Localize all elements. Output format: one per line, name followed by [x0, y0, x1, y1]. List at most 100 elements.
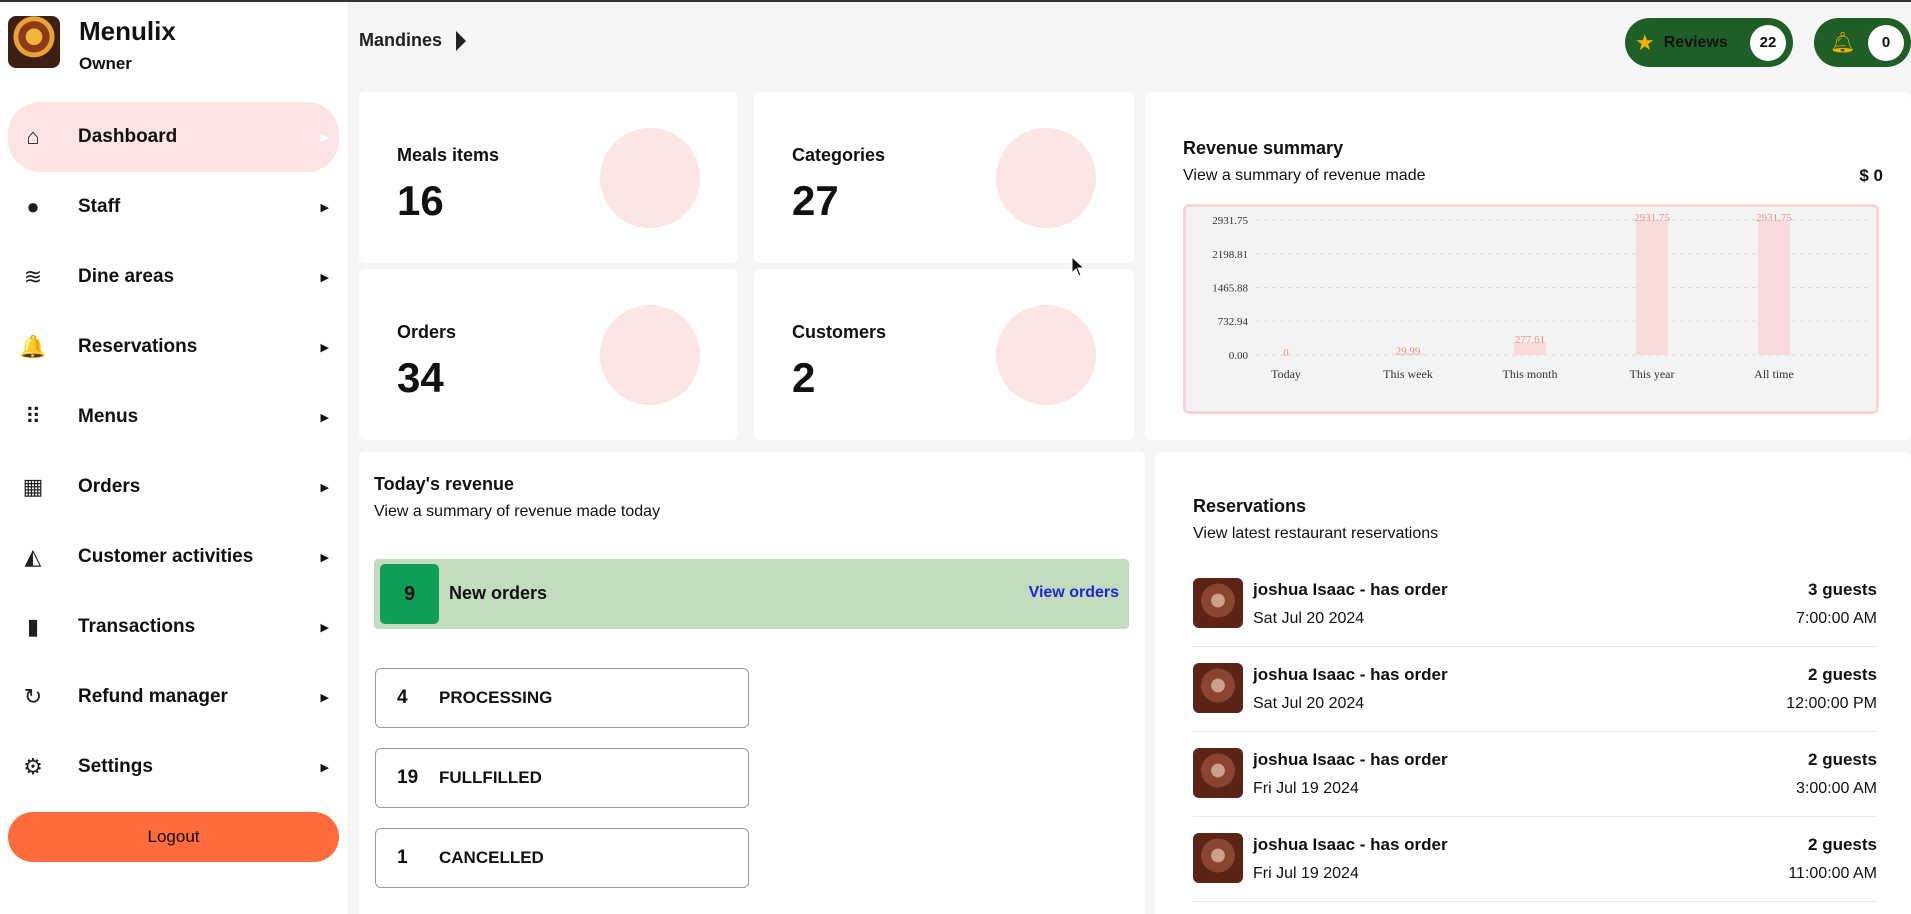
sidebar-item-label: Transactions — [78, 616, 196, 637]
revenue-summary-title: Revenue summary — [1183, 138, 1344, 158]
stat-card-orders: Orders 34 — [359, 269, 738, 440]
bar-value-label: 0 — [1283, 347, 1289, 359]
reviews-button[interactable]: ★ Reviews 22 — [1625, 18, 1793, 67]
bell-icon: 🔔 — [19, 334, 47, 359]
stat-card-categories: Categories 27 — [754, 92, 1134, 263]
gear-icon: ⚙ — [23, 754, 43, 779]
x-tick-label: This week — [1383, 367, 1433, 381]
area-chart-icon: ◭ — [24, 544, 42, 569]
x-tick-label: This month — [1502, 367, 1557, 381]
status-processing[interactable]: 4 PROCESSING — [375, 668, 749, 728]
reservation-name: joshua Isaac - has order — [1253, 750, 1448, 769]
database-icon: ≋ — [23, 264, 43, 289]
sidebar-nav: ⌂ Dashboard ▶ ● Staff ▶ ≋ Dine areas ▶ 🔔 Reservati… — [8, 102, 339, 802]
todays-revenue-title: Today's revenue — [374, 474, 515, 494]
caret-right-icon: ▶ — [320, 131, 329, 144]
stat-value: 27 — [792, 177, 839, 224]
sidebar-item-menus[interactable]: ⠿ Menus ▶ — [8, 382, 339, 452]
stat-decoration — [996, 128, 1096, 228]
sidebar-item-customer-activities[interactable]: ◭ Customer activities ▶ — [8, 522, 339, 592]
sidebar-item-label: Settings — [78, 756, 153, 777]
sidebar-item-label: Dashboard — [78, 126, 178, 147]
chart-bar — [1636, 220, 1668, 355]
reservation-row[interactable]: joshua Isaac - has order Fri Jul 19 2024 2… — [1193, 817, 1877, 902]
breadcrumb[interactable]: Mandines — [359, 30, 467, 51]
sidebar-item-label: Orders — [78, 476, 141, 497]
x-tick-label: All time — [1754, 367, 1794, 381]
stat-decoration — [996, 305, 1096, 405]
bell-icon: 🔔︎ — [1830, 32, 1856, 54]
sidebar-item-dashboard[interactable]: ⌂ Dashboard ▶ — [8, 102, 339, 172]
avatar — [1193, 833, 1243, 883]
reservations-list: joshua Isaac - has order Sat Jul 20 2024 3… — [1193, 562, 1877, 902]
bar-value-label: 2931.75 — [1634, 212, 1670, 224]
todays-revenue-card: Today's revenue View a summary of revenu… — [359, 452, 1145, 914]
app-name: Menulix — [79, 16, 176, 46]
status-fulfilled[interactable]: 19 FULLFILLED — [375, 748, 749, 808]
caret-right-icon: ▶ — [320, 411, 329, 424]
sidebar-item-refund-manager[interactable]: ↻ Refund manager ▶ — [8, 662, 339, 732]
status-count: 4 — [397, 687, 408, 708]
notifications-count: 0 — [1868, 24, 1904, 61]
reservation-name: joshua Isaac - has order — [1253, 835, 1448, 854]
home-icon: ⌂ — [26, 124, 40, 149]
refresh-icon: ↻ — [23, 684, 43, 709]
grid-icon: ⠿ — [24, 404, 42, 429]
caret-right-icon: ▶ — [320, 691, 329, 704]
status-label: FULLFILLED — [439, 768, 542, 787]
revenue-bar-chart: 0.00 732.94 1465.88 2198.81 2931.75 0 Today 29.… — [1212, 212, 1871, 381]
star-icon: ★ — [1635, 29, 1655, 55]
sidebar-item-transactions[interactable]: ▮ Transactions ▶ — [8, 592, 339, 662]
reservations-subtitle: View latest restaurant reservations — [1193, 525, 1439, 542]
stat-value: 2 — [792, 354, 816, 401]
reservation-time: 3:00:00 AM — [1796, 780, 1877, 797]
reservation-date: Sat Jul 20 2024 — [1253, 610, 1365, 627]
x-tick-label: This year — [1630, 367, 1675, 381]
caret-right-icon: ▶ — [320, 481, 329, 494]
reservation-guests: 2 guests — [1808, 750, 1877, 769]
caret-right-icon — [456, 30, 467, 51]
brand: Menulix Owner — [8, 16, 176, 74]
sidebar-item-settings[interactable]: ⚙ Settings ▶ — [8, 732, 339, 802]
y-tick-label: 2198.81 — [1212, 249, 1248, 261]
view-orders-link[interactable]: View orders — [1029, 584, 1119, 602]
battery-icon: ▮ — [26, 614, 40, 639]
revenue-chart-container: 0.00 732.94 1465.88 2198.81 2931.75 0 Today 29.… — [1183, 204, 1879, 414]
logout-button[interactable]: Logout — [8, 812, 339, 862]
stat-decoration — [600, 305, 700, 405]
stat-card-customers: Customers 2 — [754, 269, 1134, 440]
status-label: PROCESSING — [439, 688, 553, 707]
y-tick-label: 2931.75 — [1212, 215, 1248, 227]
reservation-row[interactable]: joshua Isaac - has order Sat Jul 20 2024 2… — [1193, 647, 1877, 732]
reservation-date: Fri Jul 19 2024 — [1253, 780, 1359, 797]
stat-card-meals: Meals items 16 — [359, 92, 738, 263]
sidebar-item-label: Dine areas — [78, 266, 175, 287]
caret-right-icon: ▶ — [320, 271, 329, 284]
revenue-summary-subtitle: View a summary of revenue made — [1183, 167, 1426, 184]
reservation-guests: 2 guests — [1808, 665, 1877, 684]
sidebar-item-label: Staff — [78, 196, 121, 217]
stat-label: Orders — [397, 322, 457, 342]
reservation-time: 12:00:00 PM — [1786, 695, 1877, 712]
sidebar-item-orders[interactable]: ▦ Orders ▶ — [8, 452, 339, 522]
sidebar-item-label: Customer activities — [78, 546, 254, 567]
avatar — [1193, 748, 1243, 798]
reservation-name: joshua Isaac - has order — [1253, 580, 1448, 599]
mouse-cursor-icon — [1071, 256, 1086, 277]
sidebar-item-staff[interactable]: ● Staff ▶ — [8, 172, 339, 242]
reservation-row[interactable]: joshua Isaac - has order Fri Jul 19 2024 2… — [1193, 732, 1877, 817]
notifications-button[interactable]: 🔔︎ 0 — [1814, 18, 1911, 67]
stat-label: Categories — [792, 145, 886, 165]
stat-decoration — [600, 128, 700, 228]
stat-label: Meals items — [397, 145, 500, 165]
revenue-total: $ 0 — [1859, 166, 1883, 185]
stat-value: 34 — [397, 354, 444, 401]
status-cancelled[interactable]: 1 CANCELLED — [375, 828, 749, 888]
sidebar-item-reservations[interactable]: 🔔 Reservations ▶ — [8, 312, 339, 382]
sidebar: Menulix Owner ⌂ Dashboard ▶ ● Staff ▶ ≋ Dine ar… — [0, 2, 349, 914]
bar-value-label: 2931.75 — [1756, 212, 1792, 224]
x-tick-label: Today — [1271, 367, 1301, 381]
sidebar-item-dine-areas[interactable]: ≋ Dine areas ▶ — [8, 242, 339, 312]
sidebar-item-label: Reservations — [78, 336, 198, 357]
reservation-row[interactable]: joshua Isaac - has order Sat Jul 20 2024 3… — [1193, 562, 1877, 647]
